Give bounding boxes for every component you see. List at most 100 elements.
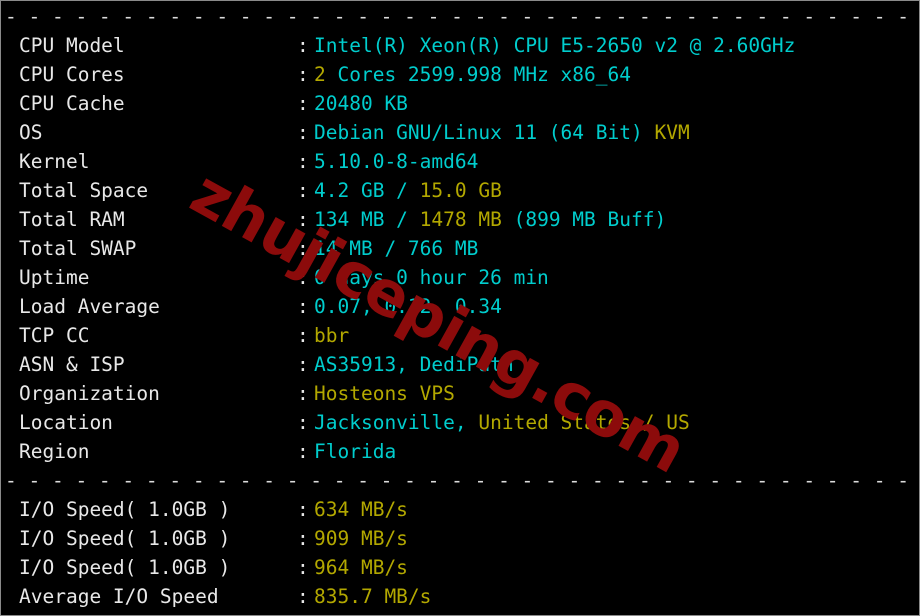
system-info-label: Region [19, 440, 90, 463]
io-speed-label: I/O Speed( 1.0GB ) [19, 556, 231, 579]
io-speed-value: 634 MB/s [314, 498, 408, 521]
separator-rule-bottom-dashes: - - - - - - - - - - - - - - - - - - - - … [5, 611, 919, 615]
system-info-row: ASN & ISP: AS35913, DediPath [1, 350, 919, 379]
system-info-value: 14 MB / 766 MB [314, 237, 478, 260]
system-info-value: Florida [314, 440, 396, 463]
system-info-label: OS [19, 121, 43, 144]
system-info-value: 134 MB / 1478 MB (899 MB Buff) [314, 208, 666, 231]
system-info-label: Uptime [19, 266, 90, 289]
system-info-value-segment: Florida [314, 440, 397, 463]
colon-separator: : [297, 179, 309, 202]
system-info-value: bbr [314, 324, 349, 347]
system-info-label: Kernel [19, 150, 90, 173]
system-info-value: 0 days 0 hour 26 min [314, 266, 549, 289]
system-info-value-segment: 4.2 GB / [314, 179, 420, 202]
io-speed-label: I/O Speed( 1.0GB ) [19, 498, 231, 521]
system-info-row: Organization: Hosteons VPS [1, 379, 919, 408]
terminal-content: - - - - - - - - - - - - - - - - - - - - … [1, 1, 919, 615]
io-speed-value-segment: 835.7 MB/s [314, 585, 432, 608]
system-info-row: Total SWAP:14 MB / 766 MB [1, 234, 919, 263]
system-info-value-segment: Hosteons VPS [314, 382, 455, 405]
system-info-value-segment: Debian GNU/Linux 11 (64 Bit) [314, 121, 655, 144]
system-info-value-segment: Jacksonville, [314, 411, 479, 434]
io-speed-row: I/O Speed( 1.0GB ):909 MB/s [1, 524, 919, 553]
io-speed-label: Average I/O Speed [19, 585, 219, 608]
system-info-value-segment: 5.10.0-8-amd64 [314, 150, 479, 173]
io-speed-value-segment: 634 MB/s [314, 498, 408, 521]
system-info-value-segment: (899 MB Buff) [501, 208, 667, 231]
io-speed-row: I/O Speed( 1.0GB ):964 MB/s [1, 553, 919, 582]
system-info-row: Location: Jacksonville, United States / U… [1, 408, 919, 437]
io-speed-row: Average I/O Speed:835.7 MB/s [1, 582, 919, 611]
system-info-label: CPU Model [19, 34, 125, 57]
system-info-row: OS: Debian GNU/Linux 11 (64 Bit) KVM [1, 118, 919, 147]
system-info-value-segment: 20480 KB [314, 92, 408, 115]
terminal-window[interactable]: zhujiceping.com - - - - - - - - - - - - … [0, 0, 920, 616]
system-info-value: AS35913, DediPath [314, 353, 514, 376]
system-info-label: Total Space [19, 179, 149, 202]
system-info-label: Total RAM [19, 208, 125, 231]
system-info-row: Uptime:0 days 0 hour 26 min [1, 263, 919, 292]
system-info-section: CPU Model: Intel(R) Xeon(R) CPU E5-2650 v… [1, 31, 919, 466]
separator-rule-top: - - - - - - - - - - - - - - - - - - - - … [1, 2, 919, 31]
system-info-value: 20480 KB [314, 92, 408, 115]
system-info-row: Total RAM:134 MB / 1478 MB (899 MB Buff) [1, 205, 919, 234]
system-info-row: Region: Florida [1, 437, 919, 466]
system-info-value-segment: 1478 MB [419, 208, 502, 231]
colon-separator: : [297, 527, 309, 550]
system-info-value-segment: bbr [314, 324, 350, 347]
colon-separator: : [297, 237, 309, 260]
system-info-label: Organization [19, 382, 160, 405]
colon-separator: : [297, 440, 309, 463]
colon-separator: : [297, 411, 309, 434]
io-speed-row: I/O Speed( 1.0GB ):634 MB/s [1, 495, 919, 524]
system-info-label: Load Average [19, 295, 160, 318]
colon-separator: : [297, 92, 309, 115]
io-speed-value: 835.7 MB/s [314, 585, 431, 608]
colon-separator: : [297, 556, 309, 579]
separator-rule-middle-dashes: - - - - - - - - - - - - - - - - - - - - … [5, 469, 919, 492]
system-info-value: Debian GNU/Linux 11 (64 Bit) KVM [314, 121, 690, 144]
colon-separator: : [297, 121, 309, 144]
system-info-label: TCP CC [19, 324, 90, 347]
colon-separator: : [297, 585, 309, 608]
colon-separator: : [297, 34, 309, 57]
system-info-label: CPU Cores [19, 63, 125, 86]
system-info-label: CPU Cache [19, 92, 125, 115]
system-info-label: ASN & ISP [19, 353, 125, 376]
system-info-value: Jacksonville, United States / US [314, 411, 690, 434]
colon-separator: : [297, 353, 309, 376]
system-info-value-segment: 14 MB / 766 MB [314, 237, 479, 260]
system-info-value: 5.10.0-8-amd64 [314, 150, 478, 173]
system-info-value-segment: KVM [654, 121, 690, 144]
system-info-row: TCP CC: bbr [1, 321, 919, 350]
system-info-row: Total Space:4.2 GB / 15.0 GB [1, 176, 919, 205]
system-info-row: CPU Cores:2 Cores 2599.998 MHz x86_64 [1, 60, 919, 89]
system-info-value-segment: 15.0 GB [419, 179, 502, 202]
system-info-value-segment: 2 [314, 63, 326, 86]
colon-separator: : [297, 295, 309, 318]
colon-separator: : [297, 324, 309, 347]
system-info-value: 4.2 GB / 15.0 GB [314, 179, 502, 202]
colon-separator: : [297, 208, 309, 231]
system-info-row: CPU Model: Intel(R) Xeon(R) CPU E5-2650 v… [1, 31, 919, 60]
system-info-row: CPU Cache:20480 KB [1, 89, 919, 118]
system-info-value-segment: United States / US [478, 411, 690, 434]
io-speed-value-segment: 909 MB/s [314, 527, 408, 550]
io-speed-value-segment: 964 MB/s [314, 556, 408, 579]
separator-rule-top-dashes: - - - - - - - - - - - - - - - - - - - - … [5, 5, 919, 28]
system-info-value-segment: 134 MB / [314, 208, 420, 231]
separator-rule-middle: - - - - - - - - - - - - - - - - - - - - … [1, 466, 919, 495]
system-info-value: Hosteons VPS [314, 382, 455, 405]
colon-separator: : [297, 63, 309, 86]
system-info-value-segment: Cores 2599.998 MHz x86_64 [325, 63, 631, 86]
system-info-value-segment: 0 days 0 hour 26 min [314, 266, 549, 289]
system-info-label: Total SWAP [19, 237, 137, 260]
colon-separator: : [297, 382, 309, 405]
colon-separator: : [297, 498, 309, 521]
system-info-label: Location [19, 411, 113, 434]
io-speed-section: I/O Speed( 1.0GB ):634 MB/s I/O Speed( 1.… [1, 495, 919, 611]
system-info-value: Intel(R) Xeon(R) CPU E5-2650 v2 @ 2.60GH… [314, 34, 795, 57]
system-info-row: Load Average:0.07, 0.12, 0.34 [1, 292, 919, 321]
io-speed-value: 909 MB/s [314, 527, 408, 550]
